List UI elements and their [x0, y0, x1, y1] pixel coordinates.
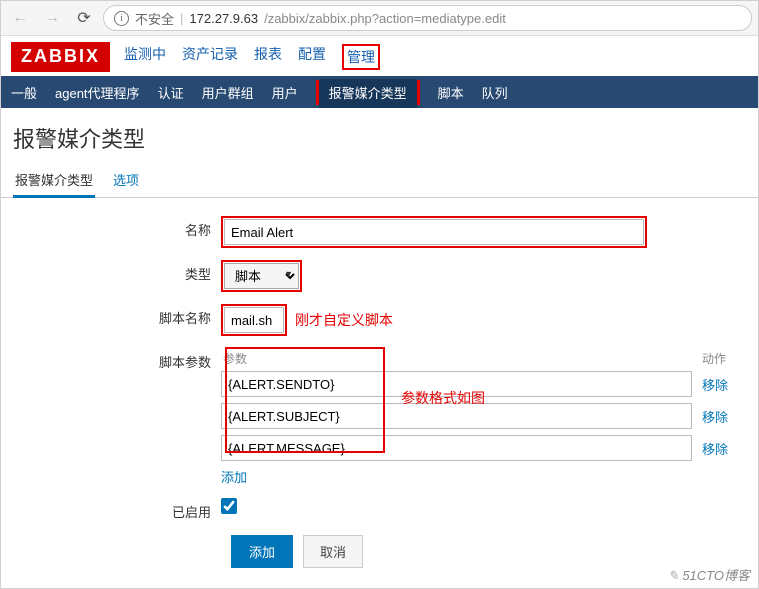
label-scriptname: 脚本名称 [1, 304, 221, 327]
nav-configuration[interactable]: 配置 [298, 44, 326, 70]
label-type: 类型 [1, 260, 221, 283]
insecure-label: 不安全 [135, 9, 174, 28]
highlight-type: 脚本 [221, 260, 302, 292]
annotation-scriptnote: 刚才自定义脚本 [295, 310, 393, 330]
address-bar[interactable]: i 不安全 | 172.27.9.63/zabbix/zabbix.php?ac… [103, 5, 752, 31]
cancel-button[interactable]: 取消 [303, 535, 363, 568]
tab-mediatype[interactable]: 报警媒介类型 [13, 164, 95, 198]
subnav-queue[interactable]: 队列 [482, 83, 508, 102]
watermark: 51CTO博客 [668, 565, 750, 584]
primary-nav: 监测中 资产记录 报表 配置 管理 [124, 44, 380, 70]
nav-inventory[interactable]: 资产记录 [182, 44, 238, 70]
highlight-name [221, 216, 647, 248]
nav-reports[interactable]: 报表 [254, 44, 282, 70]
url-path: /zabbix/zabbix.php?action=mediatype.edit [264, 11, 506, 26]
browser-toolbar: ← → ⟳ i 不安全 | 172.27.9.63/zabbix/zabbix.… [1, 1, 758, 36]
nav-administration[interactable]: 管理 [347, 49, 375, 65]
checkbox-enabled[interactable] [221, 498, 237, 514]
secondary-nav: 一般 agent代理程序 认证 用户群组 用户 报警媒介类型 脚本 队列 [1, 76, 758, 108]
tabs: 报警媒介类型 选项 [1, 164, 758, 198]
remove-param-0[interactable]: 移除 [702, 375, 728, 394]
forward-button[interactable]: → [39, 5, 65, 31]
select-type[interactable]: 脚本 [224, 263, 299, 289]
remove-param-1[interactable]: 移除 [702, 407, 728, 426]
highlight-scriptname [221, 304, 287, 336]
nav-monitoring[interactable]: 监测中 [124, 44, 166, 70]
input-scriptname[interactable] [224, 307, 284, 333]
row-enabled: 已启用 [1, 498, 758, 521]
params-table: 参数 动作 移除 移除 移除 添加 [221, 348, 758, 486]
params-head-action: 动作 [702, 350, 726, 367]
button-bar: 添加 取消 [1, 535, 758, 568]
url-host: 172.27.9.63 [189, 11, 258, 26]
subnav-mediatypes[interactable]: 报警媒介类型 [319, 79, 417, 108]
row-type: 类型 脚本 [1, 260, 758, 292]
remove-param-2[interactable]: 移除 [702, 439, 728, 458]
tab-options[interactable]: 选项 [111, 164, 141, 197]
subnav-scripts[interactable]: 脚本 [438, 83, 464, 102]
top-bar: ZABBIX 监测中 资产记录 报表 配置 管理 [1, 36, 758, 76]
form: 名称 类型 脚本 脚本名称 刚才自定义脚本 [1, 198, 758, 568]
label-params: 脚本参数 [1, 348, 221, 371]
subnav-usergroups[interactable]: 用户群组 [202, 83, 254, 102]
subnav-general[interactable]: 一般 [11, 83, 37, 102]
back-button[interactable]: ← [7, 5, 33, 31]
add-param-link[interactable]: 添加 [221, 470, 247, 485]
annotation-paramsnote: 参数格式如图 [401, 388, 485, 408]
row-name: 名称 [1, 216, 758, 248]
row-params: 脚本参数 参数 动作 移除 移除 移除 添加 参数格式如图 [1, 348, 758, 486]
params-head-param: 参数 [223, 350, 247, 367]
highlight-mediatypes: 报警媒介类型 [316, 80, 420, 105]
label-enabled: 已启用 [1, 498, 221, 521]
row-scriptname: 脚本名称 刚才自定义脚本 [1, 304, 758, 336]
input-param-2[interactable] [221, 435, 692, 461]
input-name[interactable] [224, 219, 644, 245]
subnav-users[interactable]: 用户 [272, 83, 298, 102]
zabbix-logo[interactable]: ZABBIX [11, 42, 110, 72]
subnav-auth[interactable]: 认证 [158, 83, 184, 102]
submit-button[interactable]: 添加 [231, 535, 293, 568]
reload-button[interactable]: ⟳ [71, 5, 97, 31]
subnav-proxies[interactable]: agent代理程序 [55, 83, 140, 102]
label-name: 名称 [1, 216, 221, 239]
info-icon: i [114, 11, 129, 26]
page-title: 报警媒介类型 [1, 108, 758, 164]
separator: | [180, 11, 183, 26]
param-row-2: 移除 [221, 435, 728, 461]
highlight-admin: 管理 [342, 44, 380, 70]
